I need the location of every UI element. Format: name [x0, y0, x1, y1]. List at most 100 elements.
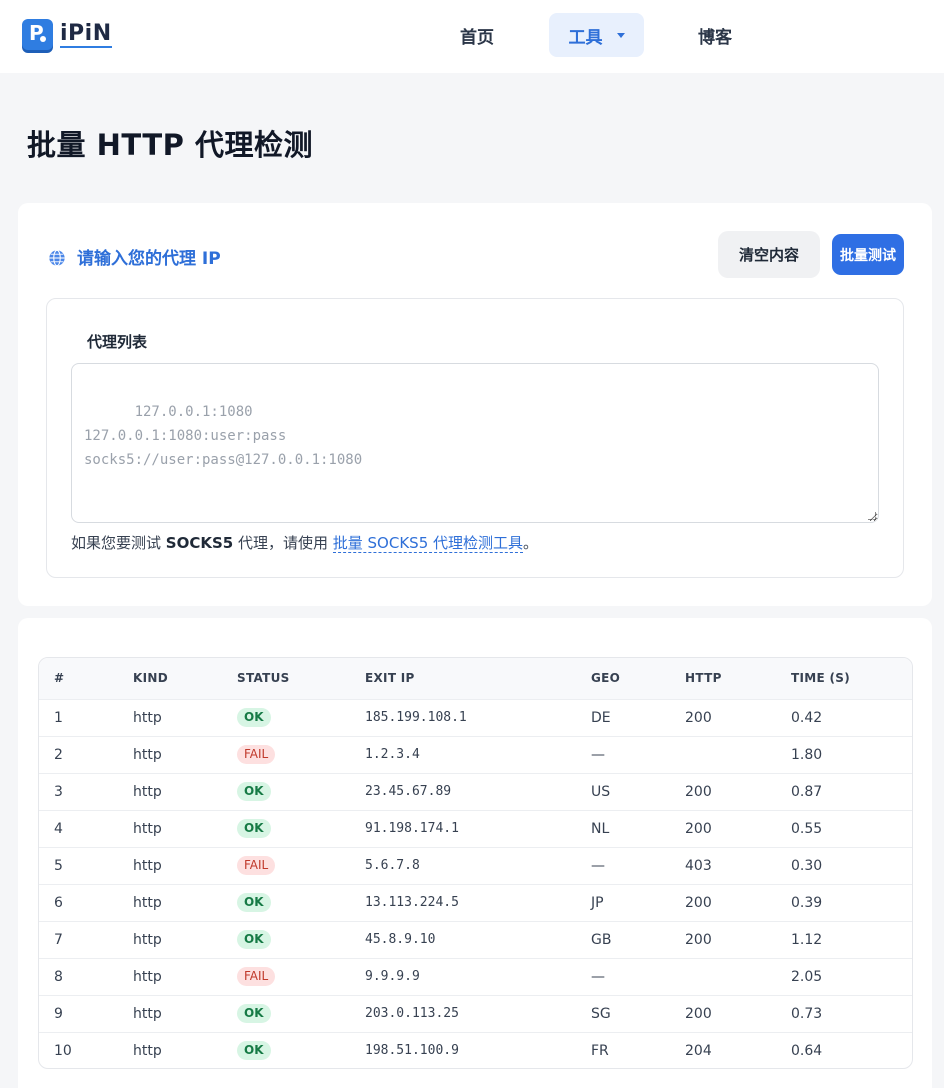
table-row: 4 http OK 91.198.174.1 NL 200 0.55 — [39, 810, 912, 847]
cell-http: 403 — [685, 857, 712, 874]
status-badge: OK — [237, 708, 271, 727]
col-header-status: STATUS — [237, 671, 290, 686]
results-table-wrapper: # KIND STATUS EXIT IP GEO HTTP TIME (S) … — [38, 657, 913, 1069]
cell-http: 200 — [685, 820, 712, 837]
table-header-row: # KIND STATUS EXIT IP GEO HTTP TIME (S) — [39, 658, 912, 699]
site-logo[interactable]: P iPiN — [22, 19, 112, 50]
table-row: 7 http OK 45.8.9.10 GB 200 1.12 — [39, 921, 912, 958]
cell-geo: FR — [591, 1042, 609, 1059]
col-header-kind: KIND — [133, 671, 168, 686]
cell-index: 6 — [54, 894, 63, 911]
status-badge: FAIL — [237, 967, 276, 986]
table-row: 9 http OK 203.0.113.25 SG 200 0.73 — [39, 995, 912, 1032]
batch-test-button[interactable]: 批量测试 — [832, 234, 904, 275]
cell-time: 0.64 — [791, 1042, 823, 1059]
cell-http: 200 — [685, 709, 712, 726]
table-row: 10 http OK 198.51.100.9 FR 204 0.64 — [39, 1032, 912, 1068]
status-badge: OK — [237, 1004, 271, 1023]
cell-index: 5 — [54, 857, 63, 874]
cell-index: 2 — [54, 746, 63, 763]
resize-handle-icon[interactable] — [868, 512, 876, 520]
cell-status: OK — [222, 699, 350, 736]
cell-status: OK — [222, 810, 350, 847]
cell-index: 1 — [54, 709, 63, 726]
cell-exit-ip: 91.198.174.1 — [365, 821, 459, 836]
results-table: # KIND STATUS EXIT IP GEO HTTP TIME (S) … — [39, 658, 912, 1068]
cell-geo: GB — [591, 931, 612, 948]
cell-geo: — — [591, 857, 605, 874]
hint-bold: SOCKS5 — [165, 534, 234, 552]
cell-time: 0.39 — [791, 894, 823, 911]
cell-kind: http — [133, 783, 162, 800]
status-badge: FAIL — [237, 745, 276, 764]
caret-down-icon — [616, 32, 625, 38]
cell-status: FAIL — [222, 958, 350, 995]
proxy-list-label: 代理列表 — [87, 333, 148, 351]
nav-blog[interactable]: 博客 — [678, 13, 752, 57]
cell-http: 200 — [685, 931, 712, 948]
cell-geo: DE — [591, 709, 611, 726]
cell-status: OK — [222, 773, 350, 810]
clear-content-button[interactable]: 清空内容 — [718, 231, 820, 278]
cell-http: 200 — [685, 894, 712, 911]
cell-http: 200 — [685, 783, 712, 800]
col-header-time: TIME (S) — [791, 671, 850, 686]
cell-geo: — — [591, 746, 605, 763]
cell-kind: http — [133, 931, 162, 948]
status-badge: FAIL — [237, 856, 276, 875]
cell-status: OK — [222, 921, 350, 958]
cell-exit-ip: 9.9.9.9 — [365, 969, 420, 984]
cell-time: 0.55 — [791, 820, 823, 837]
table-row: 8 http FAIL 9.9.9.9 — 2.05 — [39, 958, 912, 995]
cell-kind: http — [133, 968, 162, 985]
cell-time: 0.30 — [791, 857, 823, 874]
hint-prefix: 如果您要测试 — [71, 534, 166, 552]
cell-kind: http — [133, 709, 162, 726]
status-badge: OK — [237, 893, 271, 912]
cell-http: 204 — [685, 1042, 712, 1059]
nav-home[interactable]: 首页 — [440, 13, 514, 57]
cell-geo: JP — [591, 894, 604, 911]
globe-icon — [49, 249, 65, 267]
cell-http — [670, 958, 776, 995]
cell-index: 9 — [54, 1005, 63, 1022]
cell-index: 4 — [54, 820, 63, 837]
input-card-title: 请输入您的代理 IP — [77, 249, 221, 269]
cell-kind: http — [133, 820, 162, 837]
nav-tools-dropdown[interactable]: 工具 — [549, 13, 644, 57]
proxy-list-section: 代理列表 127.0.0.1:1080 127.0.0.1:1080:user:… — [46, 298, 904, 578]
logo-mark-icon: P — [22, 19, 53, 50]
cell-time: 0.73 — [791, 1005, 823, 1022]
cell-time: 0.42 — [791, 709, 823, 726]
cell-status: OK — [222, 884, 350, 921]
cell-index: 7 — [54, 931, 63, 948]
logo-text: iPiN — [60, 20, 112, 48]
col-header-exit-ip: EXIT IP — [365, 671, 415, 686]
cell-time: 2.05 — [791, 968, 823, 985]
proxy-list-textarea[interactable]: 127.0.0.1:1080 127.0.0.1:1080:user:pass … — [71, 363, 879, 523]
cell-time: 1.80 — [791, 746, 823, 763]
table-row: 6 http OK 13.113.224.5 JP 200 0.39 — [39, 884, 912, 921]
table-row: 5 http FAIL 5.6.7.8 — 403 0.30 — [39, 847, 912, 884]
results-card: # KIND STATUS EXIT IP GEO HTTP TIME (S) … — [18, 618, 932, 1088]
socks5-tool-link[interactable]: 批量 SOCKS5 代理检测工具 — [332, 534, 524, 553]
hint-middle: 代理，请使用 — [233, 534, 333, 552]
cell-status: FAIL — [222, 847, 350, 884]
cell-status: OK — [222, 1032, 350, 1068]
hint-suffix: 。 — [523, 534, 539, 552]
cell-exit-ip: 5.6.7.8 — [365, 858, 420, 873]
cell-geo: — — [591, 968, 605, 985]
col-header-http: HTTP — [685, 671, 722, 686]
cell-kind: http — [133, 857, 162, 874]
cell-time: 1.12 — [791, 931, 823, 948]
socks5-hint: 如果您要测试 SOCKS5 代理，请使用 批量 SOCKS5 代理检测工具。 — [71, 532, 538, 553]
cell-geo: US — [591, 783, 611, 800]
cell-exit-ip: 203.0.113.25 — [365, 1006, 459, 1021]
table-row: 3 http OK 23.45.67.89 US 200 0.87 — [39, 773, 912, 810]
cell-exit-ip: 45.8.9.10 — [365, 932, 436, 947]
proxy-input-card: 请输入您的代理 IP 清空内容 批量测试 代理列表 127.0.0.1:1080… — [18, 203, 932, 606]
table-row: 1 http OK 185.199.108.1 DE 200 0.42 — [39, 699, 912, 736]
cell-exit-ip: 13.113.224.5 — [365, 895, 459, 910]
col-header-geo: GEO — [591, 671, 621, 686]
cell-kind: http — [133, 894, 162, 911]
